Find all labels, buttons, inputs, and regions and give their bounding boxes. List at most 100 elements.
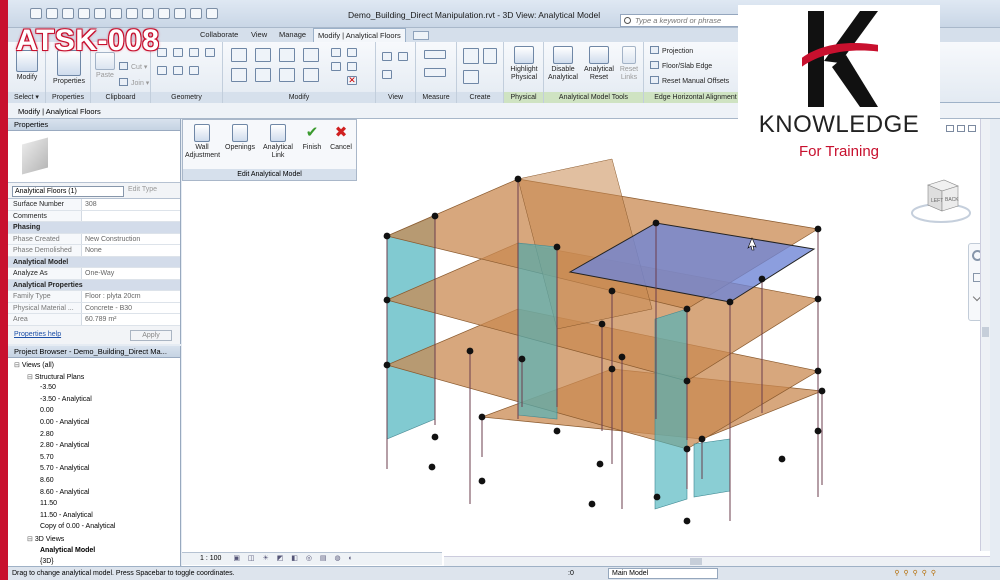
analytical-node[interactable] bbox=[683, 445, 691, 453]
hide-element-icon[interactable] bbox=[382, 52, 392, 61]
analytical-node[interactable] bbox=[608, 365, 616, 373]
browser-tree-item[interactable]: 0.00 - Analytical bbox=[40, 419, 89, 426]
browser-tree-item[interactable]: Copy of 0.00 - Analytical bbox=[40, 523, 116, 530]
measure-ruler-icon[interactable] bbox=[424, 50, 446, 59]
save-icon[interactable] bbox=[62, 8, 74, 19]
analytical-node[interactable] bbox=[383, 232, 391, 240]
projection-option[interactable]: Projection bbox=[650, 46, 693, 55]
view-scale[interactable]: 1 : 100 bbox=[200, 555, 221, 562]
disable-analytical-button[interactable]: Disable Analytical bbox=[546, 46, 580, 82]
analytical-node[interactable] bbox=[518, 355, 526, 363]
properties-help-link[interactable]: Properties help bbox=[14, 331, 61, 338]
reset-links-button[interactable]: Reset Links bbox=[616, 46, 642, 82]
horizontal-scrollbar[interactable] bbox=[444, 556, 990, 566]
horizontal-scroll-thumb[interactable] bbox=[690, 558, 702, 565]
move-icon[interactable] bbox=[231, 68, 247, 82]
shear-wall[interactable] bbox=[693, 438, 731, 498]
property-row[interactable]: Family Type Floor : plyta 20cm bbox=[8, 291, 180, 303]
analytical-node[interactable] bbox=[698, 435, 706, 443]
trim-icon[interactable] bbox=[303, 68, 319, 82]
analytical-node[interactable] bbox=[683, 517, 691, 525]
analytical-node[interactable] bbox=[683, 377, 691, 385]
analytical-reset-button[interactable]: Analytical Reset bbox=[582, 46, 616, 82]
search-input[interactable]: Type a keyword or phrase bbox=[620, 14, 745, 27]
view-close-icon[interactable] bbox=[968, 125, 976, 132]
paint-icon[interactable] bbox=[189, 66, 199, 75]
create-assembly-icon[interactable] bbox=[483, 48, 497, 64]
wall-adjustment-button[interactable]: Wall Adjustment bbox=[185, 124, 220, 160]
switch-windows-icon[interactable] bbox=[206, 8, 218, 19]
tab-manage[interactable]: Manage bbox=[279, 30, 306, 39]
browser-tree-item[interactable]: ⊟ 3D Views bbox=[27, 535, 64, 543]
offset-icon[interactable] bbox=[255, 48, 271, 62]
analytical-node[interactable] bbox=[726, 298, 734, 306]
open-icon[interactable] bbox=[46, 8, 58, 19]
floor-slab-edge-option[interactable]: Floor/Slab Edge bbox=[650, 61, 712, 70]
analytical-node[interactable] bbox=[383, 296, 391, 304]
analytical-node[interactable] bbox=[598, 320, 606, 328]
tab-modify-analytical-floors[interactable]: Modify | Analytical Floors bbox=[313, 28, 406, 42]
override-graphics-icon[interactable] bbox=[398, 52, 408, 61]
cut-button[interactable]: Cut ▾ bbox=[119, 62, 147, 71]
browser-tree-item[interactable]: 8.60 - Analytical bbox=[40, 489, 89, 496]
browser-tree-item[interactable]: 5.70 bbox=[40, 454, 54, 461]
app-menu-icon[interactable] bbox=[30, 8, 42, 19]
browser-tree-item[interactable]: 2.80 - Analytical bbox=[40, 442, 89, 449]
analytical-node[interactable] bbox=[778, 455, 786, 463]
align-icon[interactable] bbox=[231, 48, 247, 62]
collapse-icon[interactable]: ⊟ bbox=[14, 362, 22, 369]
shear-wall[interactable] bbox=[654, 308, 688, 510]
measure-icon[interactable] bbox=[126, 8, 138, 19]
reset-manual-offsets-button[interactable]: Reset Manual Offsets bbox=[650, 76, 729, 85]
mirror-pick-icon[interactable] bbox=[279, 48, 295, 62]
analytical-node[interactable] bbox=[814, 295, 822, 303]
print-icon[interactable] bbox=[110, 8, 122, 19]
property-row[interactable]: Surface Number 308 bbox=[8, 199, 180, 211]
apply-button[interactable]: Apply bbox=[130, 330, 172, 341]
analytical-node[interactable] bbox=[553, 243, 561, 251]
browser-tree-item[interactable]: 11.50 - Analytical bbox=[40, 512, 93, 519]
join-geometry-icon[interactable] bbox=[189, 48, 199, 57]
browser-tree-item[interactable]: -3.50 - Analytical bbox=[40, 396, 92, 403]
property-section-header[interactable]: Analytical Properties bbox=[8, 279, 180, 291]
browser-tree-item[interactable]: 5.70 - Analytical bbox=[40, 465, 89, 472]
browser-tree-item[interactable]: ⊟ Views (all) bbox=[14, 361, 54, 369]
rotate-icon[interactable] bbox=[279, 68, 295, 82]
mirror-draw-icon[interactable] bbox=[303, 48, 319, 62]
vertical-scroll-thumb[interactable] bbox=[982, 327, 989, 337]
create-group-icon[interactable] bbox=[463, 70, 479, 84]
split-icon[interactable] bbox=[331, 48, 341, 57]
vertical-scrollbar[interactable] bbox=[980, 119, 990, 551]
analytical-node[interactable] bbox=[652, 219, 660, 227]
wall-joins-icon[interactable] bbox=[157, 66, 167, 75]
analytical-node[interactable] bbox=[514, 175, 522, 183]
linework-icon[interactable] bbox=[382, 70, 392, 79]
openings-button[interactable]: Openings bbox=[223, 124, 257, 152]
browser-tree-item[interactable]: ⊟ Structural Plans bbox=[27, 373, 84, 381]
browser-tree-item[interactable]: Analytical Model bbox=[40, 547, 95, 554]
edit-type-button[interactable]: Edit Type bbox=[128, 186, 157, 193]
analytical-node[interactable] bbox=[814, 367, 822, 375]
analytical-link-button[interactable]: Analytical Link bbox=[261, 124, 295, 160]
split-face-icon[interactable] bbox=[205, 48, 215, 57]
property-row[interactable]: Comments bbox=[8, 210, 180, 222]
shear-wall[interactable] bbox=[517, 242, 558, 420]
property-row[interactable]: Area 60.789 m² bbox=[8, 314, 180, 326]
property-row[interactable]: Physical Material ... Concrete - B30 bbox=[8, 302, 180, 314]
pin-icon[interactable] bbox=[347, 62, 357, 71]
analytical-model-view[interactable] bbox=[182, 119, 990, 566]
view-restore-icon[interactable] bbox=[957, 125, 965, 132]
analytical-node[interactable] bbox=[683, 305, 691, 313]
analytical-node[interactable] bbox=[428, 463, 436, 471]
property-row[interactable]: Phase Created New Construction bbox=[8, 233, 180, 245]
active-model-selector[interactable]: Main Model bbox=[608, 568, 718, 579]
browser-tree-item[interactable]: -3.50 bbox=[40, 384, 56, 391]
thin-lines-icon[interactable] bbox=[190, 8, 202, 19]
cancel-button[interactable]: ✖ Cancel bbox=[327, 124, 355, 152]
select-panel-label[interactable]: Select ▾ bbox=[8, 92, 45, 103]
property-value[interactable] bbox=[82, 210, 180, 221]
browser-tree-item[interactable]: 8.60 bbox=[40, 477, 54, 484]
property-value[interactable]: 308 bbox=[82, 199, 180, 210]
analytical-node[interactable] bbox=[588, 500, 596, 508]
highlight-physical-button[interactable]: Highlight Physical bbox=[506, 46, 542, 82]
